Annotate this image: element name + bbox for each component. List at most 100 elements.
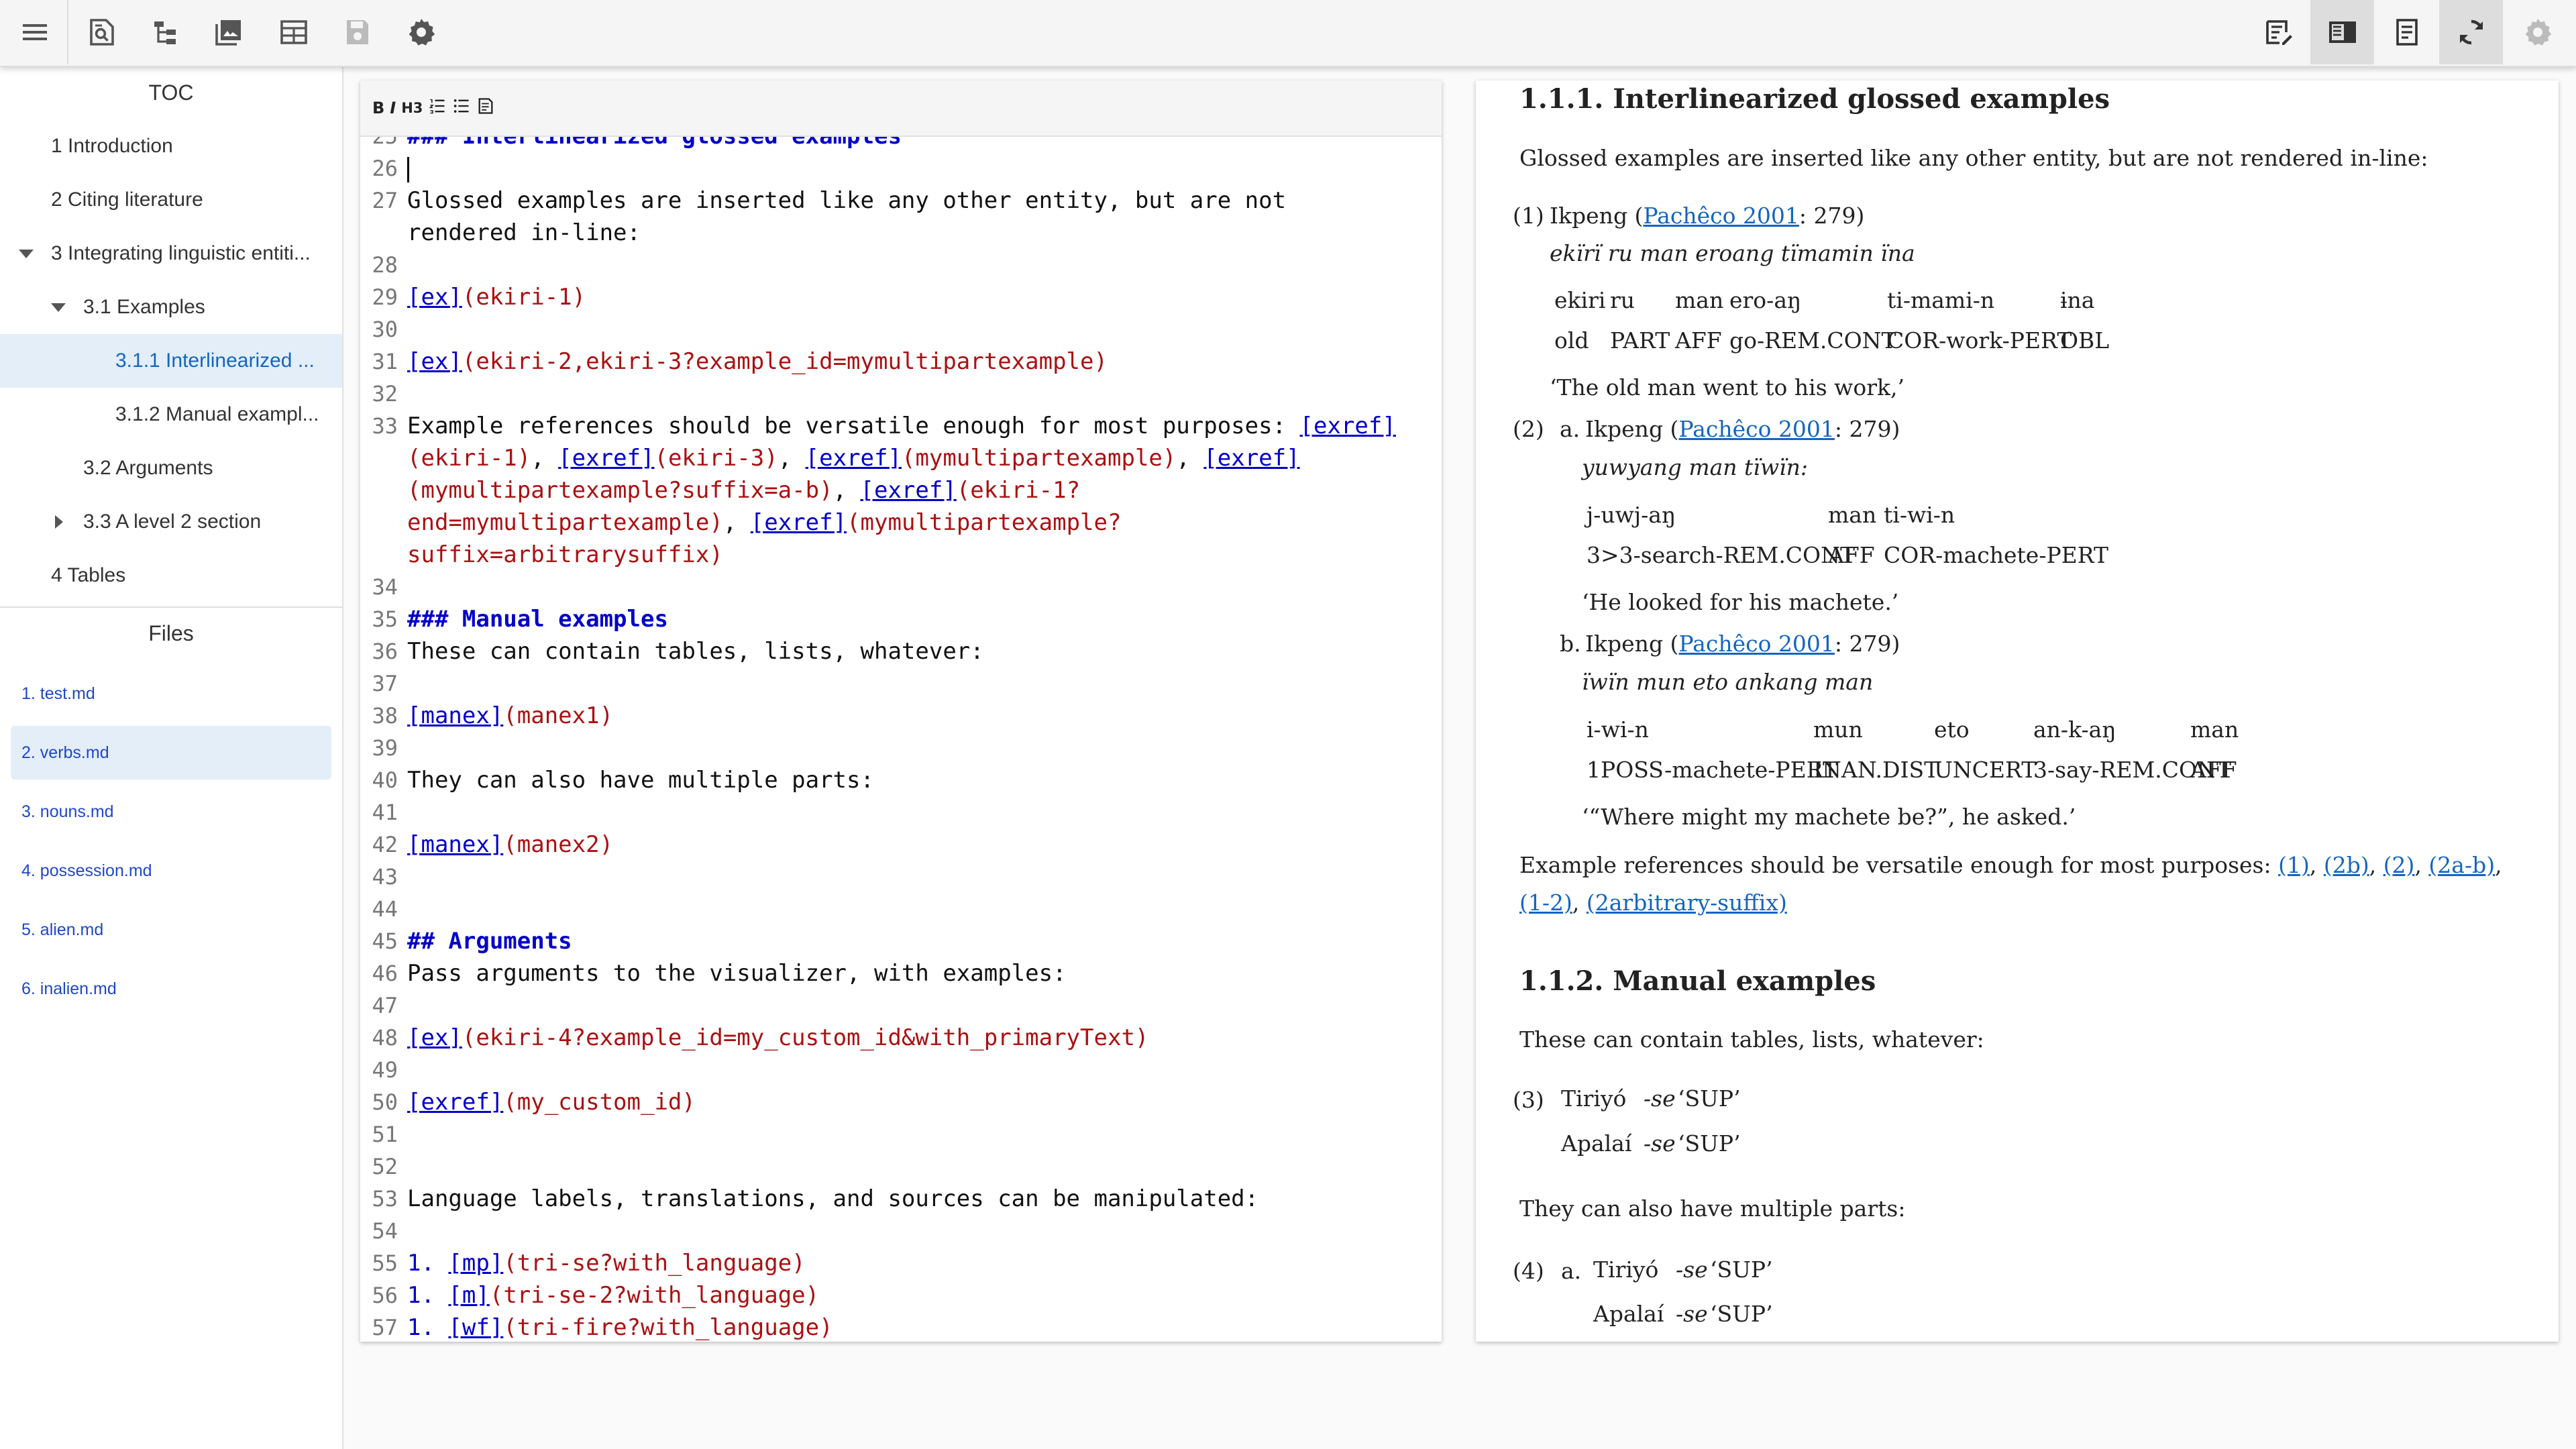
- example-ref-link[interactable]: (2arbitrary-suffix): [1587, 890, 1787, 916]
- toc-item-interlinearized[interactable]: 3.1.1 Interlinearized ...: [0, 334, 342, 388]
- citation-link[interactable]: Pachêco 2001: [1643, 203, 1799, 229]
- code-link-token: [ex]: [407, 284, 462, 311]
- toc-item-arguments[interactable]: 3.2 Arguments: [0, 441, 342, 495]
- chevron-down-icon[interactable]: [19, 250, 34, 258]
- code-line[interactable]: 40 They can also have multiple parts:: [360, 764, 1442, 796]
- heading-button[interactable]: H3: [401, 100, 423, 116]
- code-line[interactable]: 29 [ex](ekiri-1): [360, 281, 1442, 313]
- tree-icon[interactable]: [133, 0, 197, 64]
- gloss: COR-work-PERT: [1887, 327, 2072, 354]
- file-item-inalien[interactable]: 6. inalien.md: [11, 962, 331, 1016]
- code-line[interactable]: 46 Pass arguments to the visualizer, with…: [360, 957, 1442, 989]
- code-line[interactable]: 48 [ex](ekiri-4?example_id=my_custom_id&w…: [360, 1022, 1442, 1054]
- code-line[interactable]: 45 ## Arguments: [360, 925, 1442, 957]
- toc-item-citing-literature[interactable]: 2 Citing literature: [0, 173, 342, 227]
- settings-icon[interactable]: [389, 0, 453, 64]
- code-line[interactable]: 50 [exref](my_custom_id): [360, 1086, 1442, 1118]
- code-line[interactable]: 57 1. [wf](tri-fire?with_language): [360, 1311, 1442, 1342]
- translation: ‘“Where might my machete be?”, he asked.…: [1582, 804, 2076, 830]
- language-label: Apalaí: [1561, 1130, 1632, 1157]
- file-item-test[interactable]: 1. test.md: [11, 667, 331, 720]
- file-item-nouns[interactable]: 3. nouns.md: [11, 785, 331, 839]
- file-item-alien[interactable]: 5. alien.md: [11, 903, 331, 957]
- code-line[interactable]: 39: [360, 732, 1442, 764]
- file-item-possession[interactable]: 4. possession.md: [11, 844, 331, 898]
- code-line[interactable]: 31 [ex](ekiri-2,ekiri-3?example_id=mymult…: [360, 345, 1442, 378]
- code-line[interactable]: 52: [360, 1150, 1442, 1183]
- code-line[interactable]: 54: [360, 1215, 1442, 1247]
- code-line[interactable]: 37: [360, 667, 1442, 700]
- save-icon[interactable]: [325, 0, 389, 64]
- citation-link[interactable]: Pachêco 2001: [1678, 416, 1834, 442]
- code-link-token: [mp]: [448, 1250, 504, 1277]
- toc-item-level-2-section[interactable]: 3.3 A level 2 section: [0, 495, 342, 549]
- code-line[interactable]: 30: [360, 313, 1442, 345]
- code-line[interactable]: 36 These can contain tables, lists, whate…: [360, 635, 1442, 667]
- toc-item-tables[interactable]: 4 Tables: [0, 549, 342, 602]
- edit-note-icon[interactable]: [2246, 0, 2310, 64]
- toc-item-integrating-linguistic-entities[interactable]: 3 Integrating linguistic entiti...: [0, 227, 342, 280]
- find-in-page-icon[interactable]: [70, 0, 133, 64]
- code-line[interactable]: 38 [manex](manex1): [360, 700, 1442, 732]
- code-param-token: (ekiri-4?example_id=my_custom_id&with_pr…: [462, 1024, 1149, 1051]
- line-content: [398, 732, 1407, 764]
- code-line[interactable]: 35 ### Manual examples: [360, 603, 1442, 635]
- code-line[interactable]: 42 [manex](manex2): [360, 828, 1442, 861]
- sync-icon[interactable]: [2439, 0, 2503, 64]
- code-line[interactable]: 51: [360, 1118, 1442, 1150]
- italic-button[interactable]: I: [390, 99, 396, 117]
- translation: ‘The old man went to his work,’: [1550, 374, 1905, 400]
- code-line[interactable]: 32: [360, 378, 1442, 410]
- line-number: 56: [372, 1283, 398, 1308]
- ordered-list-icon[interactable]: [428, 97, 447, 119]
- code-line[interactable]: 47: [360, 989, 1442, 1022]
- code-line[interactable]: 33 Example references should be versatile…: [360, 410, 1442, 571]
- example-ref-link[interactable]: (2b): [2324, 852, 2369, 878]
- code-line[interactable]: 27 Glossed examples are inserted like any…: [360, 184, 1442, 249]
- chevron-down-icon[interactable]: [51, 303, 66, 312]
- markdown-editor[interactable]: B I H3 25 ### Interlinearized glossed exa…: [360, 80, 1442, 1342]
- images-icon[interactable]: [197, 0, 260, 64]
- code-line[interactable]: 26: [360, 152, 1442, 184]
- document-icon[interactable]: [2375, 0, 2438, 64]
- example-ref-link[interactable]: (2): [2383, 852, 2415, 878]
- toc-item-introduction[interactable]: 1 Introduction: [0, 119, 342, 173]
- code-line[interactable]: 34: [360, 571, 1442, 603]
- menu-icon[interactable]: [3, 0, 66, 64]
- code-line[interactable]: 41: [360, 796, 1442, 828]
- line-number: 54: [372, 1218, 398, 1244]
- line-number: 39: [372, 735, 398, 761]
- citation-link[interactable]: Pachêco 2001: [1678, 631, 1834, 657]
- split-view-icon[interactable]: [2310, 0, 2374, 64]
- unordered-list-icon[interactable]: [452, 97, 471, 119]
- code-line[interactable]: 53 Language labels, translations, and sou…: [360, 1183, 1442, 1215]
- code-line[interactable]: 56 1. [m](tri-se-2?with_language): [360, 1279, 1442, 1311]
- chevron-right-icon[interactable]: [55, 515, 63, 529]
- code-link-token: [wf]: [448, 1314, 504, 1341]
- toc-item-manual-examples[interactable]: 3.1.2 Manual exampl...: [0, 388, 342, 441]
- example-ref-link[interactable]: (1): [2278, 852, 2310, 878]
- line-content: [manex](manex1): [398, 700, 1407, 732]
- code-text-token: Pass arguments to the visualizer, with e…: [407, 960, 1067, 987]
- example-ref-link[interactable]: (1-2): [1519, 890, 1572, 916]
- code-area[interactable]: 25 ### Interlinearized glossed examples 26…: [360, 137, 1442, 1342]
- insert-example-icon[interactable]: [476, 97, 495, 119]
- gloss: old: [1554, 327, 1589, 354]
- settings-icon[interactable]: [2506, 0, 2569, 64]
- code-line[interactable]: 28: [360, 249, 1442, 281]
- bold-button[interactable]: B: [372, 99, 384, 117]
- code-line[interactable]: 43: [360, 861, 1442, 893]
- form: -se: [1676, 1301, 1708, 1327]
- code-line[interactable]: 55 1. [mp](tri-se?with_language): [360, 1247, 1442, 1279]
- code-line[interactable]: 44: [360, 893, 1442, 925]
- table-icon[interactable]: [262, 0, 325, 64]
- file-item-verbs[interactable]: 2. verbs.md: [11, 726, 331, 780]
- toc-item-examples[interactable]: 3.1 Examples: [0, 280, 342, 334]
- morpheme: ti-mami-n: [1887, 287, 1995, 313]
- example-number: (1): [1513, 203, 1544, 229]
- code-line[interactable]: 25 ### Interlinearized glossed examples: [360, 137, 1442, 152]
- example-ref-link[interactable]: (2a-b): [2428, 852, 2495, 878]
- line-number: 38: [372, 703, 398, 729]
- toc-item-label: 2 Citing literature: [51, 189, 203, 211]
- code-line[interactable]: 49: [360, 1054, 1442, 1086]
